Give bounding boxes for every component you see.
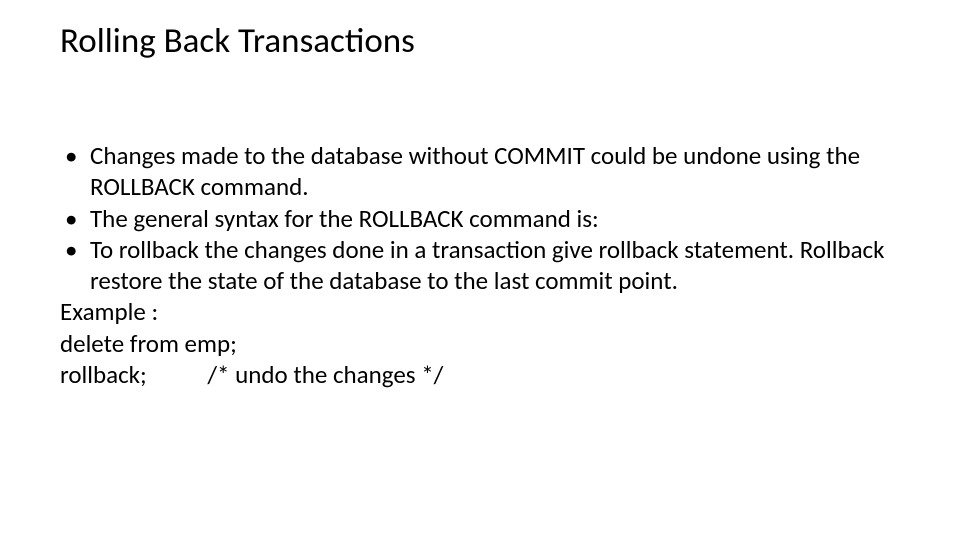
example-label: Example : — [60, 296, 900, 327]
code-line-2: rollback; /* undo the changes */ — [60, 359, 900, 390]
bullet-2: The general syntax for the ROLLBACK comm… — [60, 203, 900, 234]
code-rollback-cmd: rollback; — [60, 359, 147, 390]
bullet-3: To rollback the changes done in a transa… — [60, 234, 900, 297]
bullet-1: Changes made to the database without COM… — [60, 140, 900, 203]
slide: Rolling Back Transactions Changes made t… — [0, 0, 960, 540]
slide-body: Changes made to the database without COM… — [60, 140, 900, 390]
code-rollback-comment: /* undo the changes */ — [207, 359, 443, 390]
slide-title: Rolling Back Transactions — [60, 20, 415, 62]
code-line-1: delete from emp; — [60, 328, 900, 359]
